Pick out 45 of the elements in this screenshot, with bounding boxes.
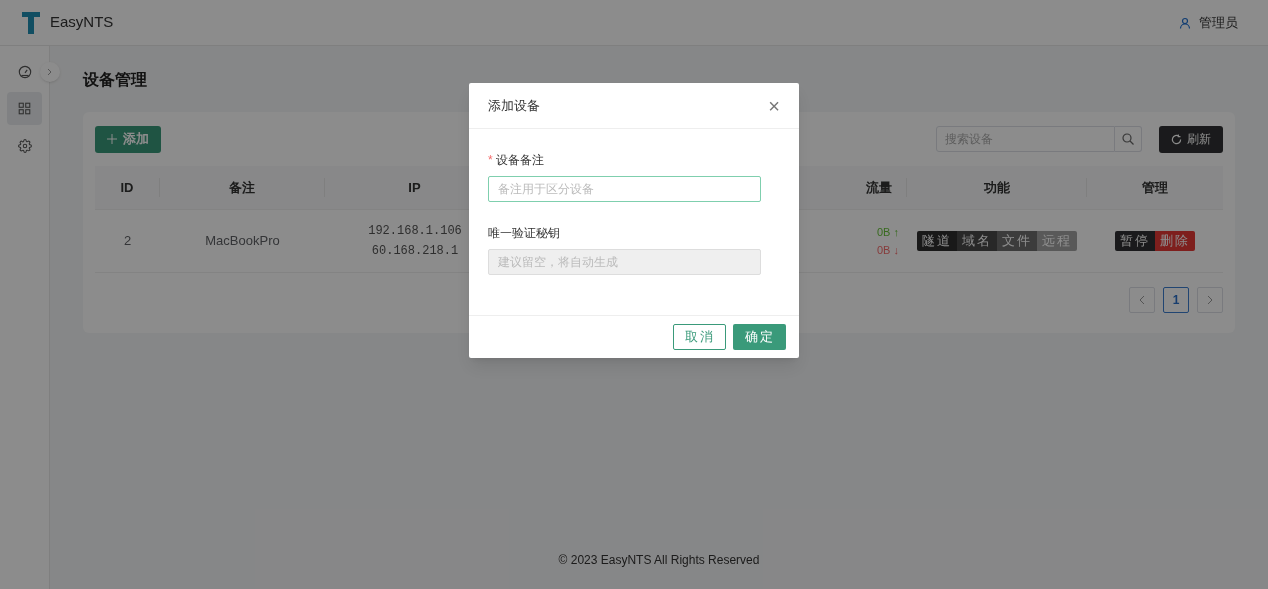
column-header: 功能 <box>983 178 1010 197</box>
feature-tag[interactable]: 域名 <box>957 231 997 251</box>
field-label: 设备备注 <box>495 152 544 169</box>
confirm-button[interactable]: 确定 <box>733 324 786 350</box>
feature-tag[interactable]: 文件 <box>997 231 1037 251</box>
search-icon <box>1122 133 1134 145</box>
column-header: 管理 <box>1141 178 1168 197</box>
column-header: ID <box>120 178 134 197</box>
dialog-title: 添加设备 <box>488 96 540 115</box>
settings-icon <box>17 138 32 153</box>
plus-icon <box>107 134 117 144</box>
add-button[interactable]: 添加 <box>95 125 161 153</box>
table-cell-text: MacBookPro <box>205 232 280 251</box>
table-cell-text: 2 <box>123 232 132 251</box>
field-label: 唯一验证秘钥 <box>488 225 560 242</box>
sidebar-item[interactable] <box>7 92 42 125</box>
ip-address: 192.168.1.106 <box>368 223 462 240</box>
column-header: 流量 <box>866 178 892 197</box>
grid-icon <box>18 102 31 115</box>
page-title: 设备管理 <box>83 70 148 90</box>
column-header: IP <box>408 178 421 197</box>
gauge-icon <box>17 64 32 79</box>
refresh-icon <box>1171 133 1182 145</box>
required-mark: * <box>488 152 493 169</box>
input-field[interactable]: 备注用于区分设备 <box>488 176 761 202</box>
refresh-button[interactable]: 刷新 <box>1159 125 1223 153</box>
delete-button[interactable]: 删除 <box>1154 231 1195 251</box>
column-header: 备注 <box>229 178 255 197</box>
logo-icon <box>22 11 40 34</box>
upload-traffic: 0B ↑ <box>877 225 899 240</box>
user-icon <box>1179 16 1191 29</box>
copyright-text: © 2023 EasyNTS All Rights Reserved <box>558 552 760 569</box>
search-button[interactable] <box>1115 126 1142 152</box>
pause-button[interactable]: 暂停 <box>1114 231 1155 251</box>
chevron-right-icon <box>1207 295 1213 305</box>
download-traffic: 0B ↓ <box>877 243 899 258</box>
feature-tag[interactable]: 隧道 <box>917 231 957 251</box>
chevron-left-icon <box>1139 295 1145 305</box>
close-button[interactable]: × <box>768 95 780 116</box>
ip-address: 60.168.218.1 <box>371 243 459 260</box>
cancel-button[interactable]: 取消 <box>673 324 726 350</box>
chevron-right-icon <box>47 68 53 76</box>
app-name: EasyNTS <box>50 12 114 33</box>
user-name[interactable]: 管理员 <box>1199 12 1238 33</box>
page-button[interactable]: 1 <box>1163 287 1189 313</box>
